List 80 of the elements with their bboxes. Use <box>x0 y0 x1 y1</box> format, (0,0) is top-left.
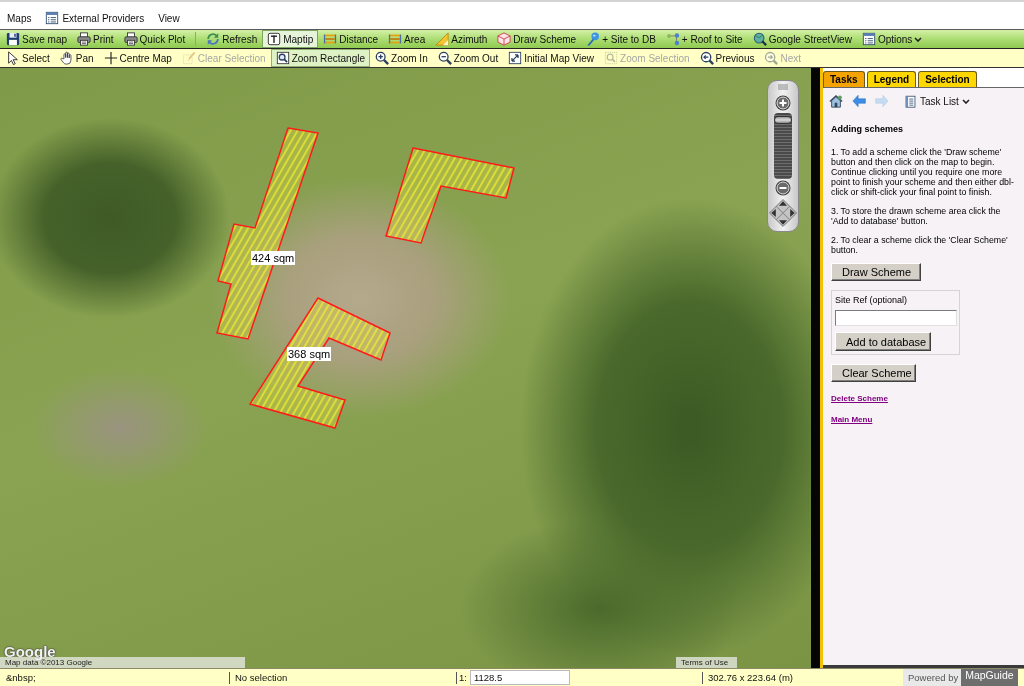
extent-text: 302.76 x 223.64 (m) <box>708 672 794 683</box>
product-logo: MapGuide <box>961 669 1018 686</box>
toolbar-button[interactable]: Pan <box>54 49 99 67</box>
toolbar-button[interactable]: Zoom In <box>370 49 433 67</box>
grip-icon[interactable] <box>777 84 789 90</box>
toolbar-button[interactable]: Print <box>72 30 119 48</box>
minus-icon[interactable] <box>775 180 791 196</box>
scale-input[interactable]: 1128.5 <box>469 670 570 685</box>
toolbar-button[interactable]: + Site to DB <box>581 30 661 48</box>
toolbar-button[interactable]: Area <box>383 30 431 48</box>
toolbar-button[interactable]: Quick Plot <box>118 30 191 48</box>
list-window-icon <box>45 11 60 25</box>
pan-arrows-icon[interactable] <box>769 199 797 227</box>
status-text: No selection <box>235 672 288 683</box>
task-list-button[interactable]: Task List <box>904 94 970 108</box>
toolbar-button[interactable]: Google StreetView <box>747 30 857 48</box>
list-window-icon[interactable] <box>861 32 876 46</box>
list-document-icon <box>904 94 917 108</box>
toolbar-button[interactable]: Zoom Out <box>432 49 504 67</box>
toolbar-button[interactable]: Azimuth <box>430 30 493 48</box>
text-box-icon[interactable] <box>267 32 282 46</box>
hand-icon[interactable] <box>59 51 74 65</box>
toolbar-button[interactable]: Refresh <box>201 30 263 48</box>
menu-item[interactable]: Maps <box>1 10 38 26</box>
toolbar-button[interactable]: Initial Map View <box>503 49 600 67</box>
toolbar-button[interactable]: Options <box>856 30 928 48</box>
instruction-text: 3. To store the drawn scheme area click the 'Add to database' button. <box>831 206 1002 226</box>
toolbar-button[interactable]: Select <box>1 49 55 67</box>
magnifier-box-icon[interactable] <box>275 51 290 65</box>
connected-nodes-icon[interactable] <box>665 32 680 46</box>
tab[interactable]: Legend <box>866 71 917 87</box>
provider-logo: Google <box>4 643 56 660</box>
house-icon[interactable] <box>829 94 843 108</box>
toolbar-button[interactable]: Maptip <box>262 30 319 48</box>
clear-scheme-button[interactable]: Clear Scheme <box>831 364 916 382</box>
terms-link[interactable]: Terms of Use <box>676 657 737 668</box>
toolbar-button[interactable]: Distance <box>318 30 384 48</box>
draw-scheme-button[interactable]: Draw Scheme <box>831 263 921 281</box>
ruler-icon[interactable] <box>323 32 338 46</box>
site-ref-input[interactable] <box>835 310 957 326</box>
toolbar-button[interactable]: Zoom Rectangle <box>270 49 371 67</box>
plus-icon[interactable] <box>775 95 791 111</box>
globe-magnifier-icon[interactable] <box>752 32 767 46</box>
tab[interactable]: Tasks <box>823 71 865 87</box>
expand-arrows-icon[interactable] <box>508 51 523 65</box>
instruction-text: 2. To clear a scheme click the 'Clear Scheme' button. <box>831 235 1009 255</box>
toolbar-button[interactable]: Previous <box>694 49 760 67</box>
zoom-out-icon[interactable] <box>437 51 452 65</box>
toolbar-button[interactable]: Save map <box>1 30 73 48</box>
menu-item[interactable]: View <box>152 10 186 26</box>
toolbar-button[interactable]: Centre Map <box>98 49 177 67</box>
caret-icon <box>961 98 970 104</box>
scale-label: 1: <box>459 672 467 683</box>
powered-by-label: Powered by <box>903 669 962 686</box>
status-text: &nbsp; <box>6 672 36 683</box>
zoom-slider-thumb[interactable] <box>774 115 792 124</box>
instruction-text: 1. To add a scheme click the 'Draw scheme' button and then click on the map to begin. Continue clicking until you require one more point to finish your scheme and then either dbl-click or shift-click your final point to finish. <box>831 147 1015 197</box>
crosshair-icon[interactable] <box>103 51 118 65</box>
refresh-icon[interactable] <box>206 32 221 46</box>
area-label: 368 sqm <box>287 347 332 361</box>
pushpin-icon[interactable] <box>586 32 601 46</box>
caret-icon <box>914 36 923 42</box>
toolbar-button[interactable]: + Roof to Site <box>660 30 748 48</box>
menu-item[interactable]: External Providers <box>39 10 151 26</box>
field-label: Site Ref (optional) <box>835 295 908 305</box>
panel-link[interactable]: Main Menu <box>831 415 873 425</box>
printer-icon[interactable] <box>77 32 92 46</box>
cube-icon[interactable] <box>497 32 512 46</box>
add-to-database-button[interactable]: Add to database <box>835 332 931 351</box>
tab[interactable]: Selection <box>918 71 977 87</box>
area-label: 424 sqm <box>251 251 296 265</box>
ruler-icon[interactable] <box>388 32 403 46</box>
toolbar-button[interactable]: Draw Scheme <box>492 30 582 48</box>
map-attribution: Map data ©2013 Google <box>0 657 245 668</box>
panel-heading: Adding schemes <box>831 124 904 134</box>
zoom-in-icon[interactable] <box>375 51 390 65</box>
cursor-arrow-icon[interactable] <box>6 51 20 65</box>
back-arrow-icon[interactable] <box>852 94 866 108</box>
printer-icon[interactable] <box>123 32 138 46</box>
panel-link[interactable]: Delete Scheme <box>831 394 888 404</box>
